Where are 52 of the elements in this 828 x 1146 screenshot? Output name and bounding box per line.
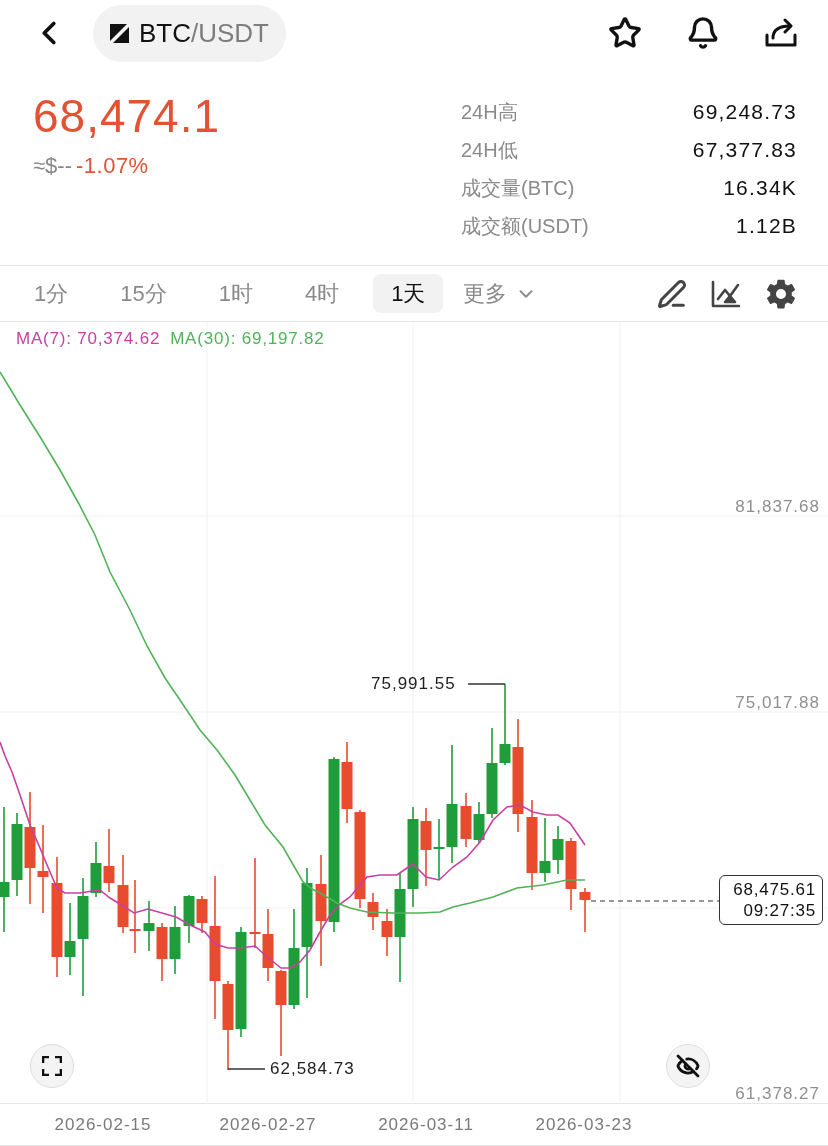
coin-logo-icon	[110, 23, 129, 43]
interval-tab[interactable]: 15分	[102, 274, 185, 313]
fullscreen-icon	[42, 1056, 62, 1076]
settings-icon[interactable]	[765, 277, 797, 310]
price-axis-label: 61,378.27	[735, 1084, 820, 1104]
date-axis-label: 2026-02-15	[54, 1115, 152, 1135]
interval-tab[interactable]: 1时	[200, 274, 271, 313]
hide-button[interactable]	[666, 1044, 710, 1088]
share-icon[interactable]	[764, 18, 798, 48]
countdown-timer: 09:27:35	[743, 900, 816, 921]
stat-value: 69,248.73	[692, 99, 797, 126]
price-change: -1.07%	[75, 151, 149, 180]
trading-pair-selector[interactable]: BTC/USDT	[93, 4, 286, 62]
moving-average-label: MA(30): 69,197.82	[170, 328, 325, 350]
candle	[156, 922, 168, 982]
candle	[460, 792, 472, 848]
stat-label: 24H高	[461, 100, 518, 125]
eye-off-icon	[676, 1054, 700, 1078]
candle	[539, 817, 551, 883]
stat-label: 成交额(USDT)	[461, 214, 589, 239]
stat-value: 67,377.83	[692, 137, 797, 164]
stat-value: 1.12B	[736, 213, 797, 240]
stat-label: 成交量(BTC)	[461, 176, 575, 201]
candle	[579, 887, 591, 933]
fullscreen-button[interactable]	[30, 1044, 74, 1088]
moving-average-label: MA(7): 70,374.62	[16, 328, 161, 350]
last-price-value: 68,475.61	[733, 879, 816, 900]
leader-line	[467, 683, 506, 685]
line-chart-icon[interactable]	[711, 279, 741, 308]
low-price-label: 62,584.73	[270, 1058, 355, 1080]
candle	[169, 905, 181, 975]
interval-tab[interactable]: 1天	[373, 274, 444, 313]
stat-label: 24H低	[461, 138, 518, 163]
date-axis-label: 2026-03-11	[378, 1115, 474, 1135]
date-axis-label: 2026-03-23	[535, 1115, 633, 1135]
price-axis-label: 75,017.88	[735, 693, 820, 713]
fiat-value: ≈$--	[33, 151, 72, 180]
pencil-icon[interactable]	[657, 278, 687, 309]
high-price-label: 75,991.55	[371, 673, 456, 695]
candle	[183, 894, 195, 944]
more-intervals-button[interactable]: 更多	[463, 274, 538, 313]
interval-tab[interactable]: 4时	[287, 274, 358, 313]
last-price: 68,474.1	[33, 90, 221, 142]
date-axis-label: 2026-02-27	[219, 1115, 317, 1135]
leader-line	[227, 1068, 266, 1070]
candle	[143, 900, 155, 952]
stat-value: 16.34K	[723, 175, 797, 202]
interval-tab[interactable]: 1分	[16, 274, 87, 313]
star-icon[interactable]	[608, 16, 642, 50]
candle	[103, 828, 115, 893]
bell-icon[interactable]	[686, 16, 720, 50]
price-axis-label: 81,837.68	[735, 497, 820, 517]
